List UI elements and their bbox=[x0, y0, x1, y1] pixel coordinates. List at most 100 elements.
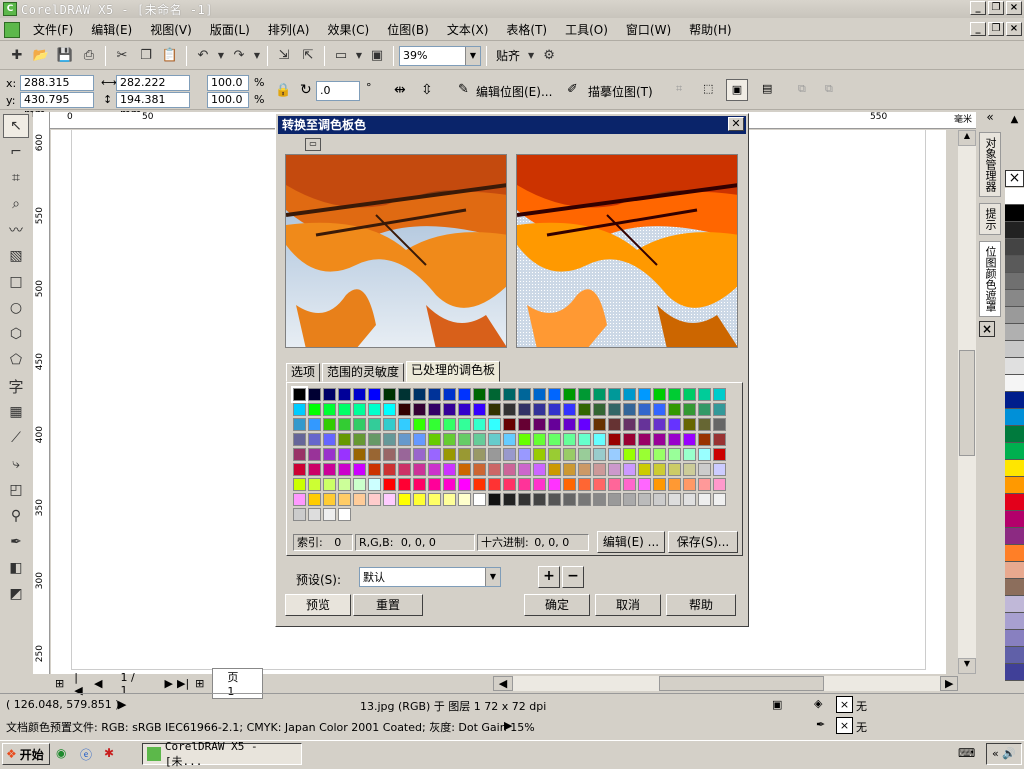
tray-expand[interactable]: « 🔊 bbox=[986, 743, 1022, 765]
outline-tool-icon[interactable]: ✒ bbox=[3, 530, 29, 554]
palette-color-cell[interactable] bbox=[428, 493, 441, 506]
palette-color-cell[interactable] bbox=[608, 493, 621, 506]
palette-color-cell[interactable] bbox=[578, 403, 591, 416]
tab-range-sensitivity[interactable]: 范围的灵敏度 bbox=[322, 363, 405, 382]
palette-swatch[interactable] bbox=[1005, 562, 1024, 579]
palette-color-cell[interactable] bbox=[488, 493, 501, 506]
cancel-button[interactable]: 取消 bbox=[595, 594, 661, 616]
palette-color-cell[interactable] bbox=[293, 433, 306, 446]
cut-icon[interactable]: ✂ bbox=[111, 45, 133, 67]
palette-color-cell[interactable] bbox=[593, 388, 606, 401]
palette-color-cell[interactable] bbox=[293, 508, 306, 521]
palette-color-cell[interactable] bbox=[548, 448, 561, 461]
bitmap-color-mask-icon[interactable]: ▣ bbox=[726, 79, 748, 101]
palette-color-cell[interactable] bbox=[308, 508, 321, 521]
palette-swatch[interactable] bbox=[1005, 630, 1024, 647]
add-page-end-icon[interactable]: ⊞ bbox=[195, 677, 204, 690]
palette-color-cell[interactable] bbox=[413, 388, 426, 401]
palette-color-cell[interactable] bbox=[383, 493, 396, 506]
palette-color-cell[interactable] bbox=[413, 433, 426, 446]
object-manager-tab[interactable]: 对象管理器 bbox=[979, 132, 1001, 197]
palette-swatch[interactable] bbox=[1005, 273, 1024, 290]
dimension-tool-icon[interactable]: ⟋ bbox=[3, 426, 29, 450]
fill-tool-icon[interactable]: ◧ bbox=[3, 556, 29, 580]
palette-swatch[interactable] bbox=[1005, 307, 1024, 324]
palette-color-cell[interactable] bbox=[638, 433, 651, 446]
palette-color-cell[interactable] bbox=[563, 493, 576, 506]
palette-color-cell[interactable] bbox=[713, 448, 726, 461]
docker-close-icon[interactable]: × bbox=[979, 321, 995, 337]
palette-color-cell[interactable] bbox=[488, 448, 501, 461]
edit-palette-button[interactable]: 编辑(E) ... bbox=[597, 531, 665, 553]
keyboard-icon[interactable]: ⌨ bbox=[958, 746, 975, 760]
palette-color-cell[interactable] bbox=[653, 448, 666, 461]
paste-icon[interactable]: 📋 bbox=[159, 45, 181, 67]
palette-color-cell[interactable] bbox=[548, 478, 561, 491]
palette-color-cell[interactable] bbox=[653, 463, 666, 476]
palette-color-cell[interactable] bbox=[338, 433, 351, 446]
palette-color-cell[interactable] bbox=[368, 463, 381, 476]
zoom-dropdown-icon[interactable]: ▼ bbox=[465, 46, 480, 65]
vertical-ruler[interactable]: 600 550 500 450 400 350 300 250 bbox=[33, 112, 50, 674]
options-icon[interactable]: ⚙ bbox=[538, 45, 560, 67]
palette-color-cell[interactable] bbox=[291, 386, 308, 403]
ok-button[interactable]: 确定 bbox=[524, 594, 590, 616]
palette-swatch[interactable] bbox=[1005, 239, 1024, 256]
palette-color-cell[interactable] bbox=[458, 478, 471, 491]
palette-color-cell[interactable] bbox=[518, 478, 531, 491]
palette-color-cell[interactable] bbox=[638, 403, 651, 416]
palette-color-cell[interactable] bbox=[488, 433, 501, 446]
palette-color-cell[interactable] bbox=[398, 478, 411, 491]
palette-color-cell[interactable] bbox=[503, 448, 516, 461]
palette-color-cell[interactable] bbox=[683, 403, 696, 416]
palette-color-cell[interactable] bbox=[338, 418, 351, 431]
palette-color-cell[interactable] bbox=[428, 403, 441, 416]
palette-color-cell[interactable] bbox=[713, 403, 726, 416]
hscroll-thumb[interactable] bbox=[658, 676, 824, 691]
palette-swatch[interactable] bbox=[1005, 528, 1024, 545]
palette-color-cell[interactable] bbox=[428, 463, 441, 476]
profile-arrow-icon[interactable]: ▶ bbox=[504, 719, 512, 732]
scale-y-field[interactable]: 100.0 bbox=[207, 92, 249, 108]
edit-bitmap-button[interactable]: 编辑位图(E)... bbox=[476, 83, 552, 100]
basic-shapes-icon[interactable]: ⬠ bbox=[3, 348, 29, 372]
palette-color-cell[interactable] bbox=[338, 508, 351, 521]
palette-color-cell[interactable] bbox=[488, 463, 501, 476]
palette-color-cell[interactable] bbox=[353, 448, 366, 461]
palette-color-cell[interactable] bbox=[578, 448, 591, 461]
palette-color-cell[interactable] bbox=[338, 403, 351, 416]
palette-swatch[interactable] bbox=[1005, 647, 1024, 664]
no-color-swatch[interactable]: × bbox=[1005, 170, 1024, 187]
palette-color-cell[interactable] bbox=[608, 478, 621, 491]
hscroll-right-arrow[interactable]: ▶ bbox=[940, 676, 958, 691]
minimize-button[interactable]: _ bbox=[970, 1, 986, 15]
preset-dropdown-icon[interactable]: ▼ bbox=[485, 568, 500, 586]
bitmap-color-mask-tab[interactable]: 位图颜色遮罩 bbox=[979, 241, 1001, 317]
palette-color-cell[interactable] bbox=[413, 463, 426, 476]
menu-effects[interactable]: 效果(C) bbox=[318, 20, 378, 40]
palette-color-cell[interactable] bbox=[623, 448, 636, 461]
palette-swatch[interactable] bbox=[1005, 579, 1024, 596]
palette-color-cell[interactable] bbox=[533, 448, 546, 461]
palette-color-cell[interactable] bbox=[578, 433, 591, 446]
palette-color-cell[interactable] bbox=[323, 388, 336, 401]
palette-color-cell[interactable] bbox=[563, 448, 576, 461]
palette-color-cell[interactable] bbox=[473, 448, 486, 461]
palette-color-cell[interactable] bbox=[713, 478, 726, 491]
vertical-scrollbar[interactable]: ▲ ▼ bbox=[958, 130, 976, 674]
palette-color-cell[interactable] bbox=[503, 418, 516, 431]
palette-color-cell[interactable] bbox=[698, 388, 711, 401]
width-field[interactable]: 282.222 mm bbox=[116, 75, 190, 103]
crop-bitmap-icon[interactable]: ⌗ bbox=[676, 82, 682, 96]
app-launcher-icon[interactable]: ▭ bbox=[330, 45, 352, 67]
blend-tool-icon[interactable]: ◰ bbox=[3, 478, 29, 502]
menu-arrange[interactable]: 排列(A) bbox=[259, 20, 319, 40]
docker-collapse-icon[interactable]: « bbox=[979, 110, 1001, 124]
snap-to-button[interactable]: 贴齐 bbox=[492, 47, 524, 64]
palette-color-cell[interactable] bbox=[443, 493, 456, 506]
palette-color-cell[interactable] bbox=[623, 463, 636, 476]
color-proof-icon[interactable]: ▣ bbox=[772, 698, 782, 711]
palette-color-cell[interactable] bbox=[428, 448, 441, 461]
palette-color-cell[interactable] bbox=[713, 463, 726, 476]
palette-swatch[interactable] bbox=[1005, 426, 1024, 443]
